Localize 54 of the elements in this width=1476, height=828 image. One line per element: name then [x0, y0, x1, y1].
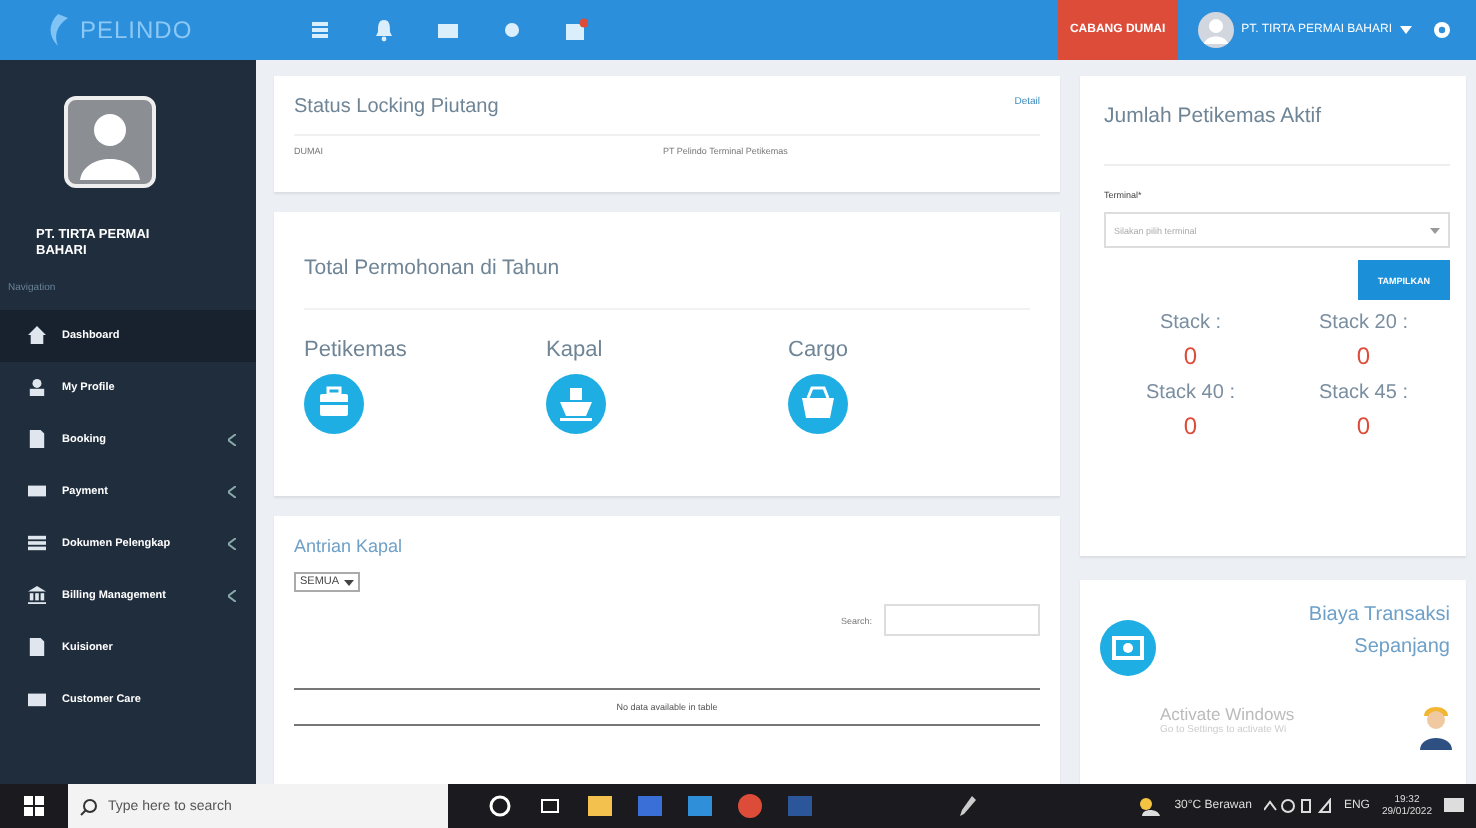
- avatar-icon: [1197, 12, 1234, 48]
- bank-icon: [28, 586, 46, 605]
- tray-icons[interactable]: [1263, 798, 1332, 814]
- notification-icon[interactable]: [1444, 796, 1464, 816]
- caret-icon: [343, 579, 354, 585]
- stack-value: 0: [1356, 412, 1371, 440]
- file-icon: [28, 638, 46, 657]
- home-icon: [28, 326, 46, 345]
- word-icon[interactable]: [788, 794, 812, 818]
- user-icon: [28, 378, 46, 397]
- card-title: Antrian Kapal: [294, 536, 403, 556]
- category-label: Kapal: [546, 338, 605, 362]
- banknote-icon: [1100, 620, 1156, 676]
- taskview-icon[interactable]: [538, 794, 562, 818]
- chrome-icon[interactable]: [738, 794, 762, 818]
- search-field[interactable]: [884, 604, 1040, 636]
- ship-icon: [546, 374, 606, 434]
- search-icon: [80, 798, 98, 816]
- stack-label: Stack :: [1159, 312, 1222, 334]
- briefcase-icon: [304, 374, 364, 434]
- basket-icon: [788, 374, 848, 434]
- settings-icon[interactable]: [1432, 20, 1452, 40]
- chevron-icon: [228, 485, 236, 498]
- bell-icon[interactable]: [372, 18, 396, 42]
- circle-icon[interactable]: [488, 794, 512, 818]
- caret-icon: [1430, 227, 1440, 233]
- card-title: Biaya Transaksi Sepanjang: [1306, 602, 1450, 662]
- activation-title: Activate Windows: [1160, 704, 1297, 724]
- caret-icon: [1400, 26, 1412, 34]
- category-label: Cargo: [788, 338, 850, 362]
- list-icon: [28, 534, 46, 553]
- folder-icon[interactable]: [588, 794, 612, 818]
- stack-label: Stack 45 :: [1319, 382, 1408, 404]
- chevron-icon: [228, 589, 236, 602]
- category-label: Petikemas: [304, 338, 409, 362]
- weather-icon: [1138, 796, 1163, 816]
- mail-icon[interactable]: [688, 794, 712, 818]
- app-icon[interactable]: [638, 794, 662, 818]
- logo-text: PELINDO: [80, 16, 193, 44]
- stack-value: 0: [1183, 412, 1198, 440]
- pen-icon[interactable]: [960, 796, 976, 816]
- chevron-icon: [228, 537, 236, 550]
- card-title: Total Permohonan di Tahun: [304, 256, 1030, 310]
- stack-value: 0: [1356, 342, 1371, 370]
- stack-label: Stack 20 :: [1319, 312, 1408, 334]
- windows-icon[interactable]: [24, 796, 44, 816]
- avatar-icon: [64, 96, 156, 188]
- menu-icon[interactable]: [308, 18, 332, 42]
- card-title: Status Locking Piutang: [294, 96, 499, 118]
- stack-value: 0: [1183, 342, 1198, 370]
- card-title: Jumlah Petikemas Aktif: [1104, 104, 1450, 166]
- stack-label: Stack 40 :: [1146, 382, 1235, 404]
- file-icon: [28, 430, 46, 449]
- chevron-icon: [228, 433, 236, 446]
